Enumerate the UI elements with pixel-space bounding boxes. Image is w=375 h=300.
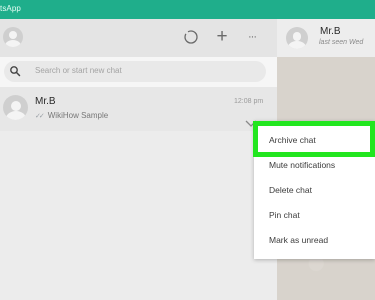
search-row: Search or start new chat xyxy=(0,57,277,87)
profile-avatar[interactable] xyxy=(3,27,23,47)
search-input[interactable]: Search or start new chat xyxy=(4,61,266,82)
status-icon[interactable] xyxy=(182,28,200,46)
new-chat-icon[interactable]: + xyxy=(213,27,231,46)
app-title: tsApp xyxy=(0,4,21,13)
double-check-icon: ✓✓ xyxy=(35,112,45,120)
chat-preview: ✓✓ WikiHow Sample xyxy=(35,111,108,120)
contact-name: Mr.B xyxy=(320,26,341,37)
contact-avatar xyxy=(3,95,28,120)
pin-chat-menu-item[interactable]: Pin chat xyxy=(254,203,375,228)
highlight-box xyxy=(253,121,375,157)
conversation-header[interactable]: Mr.B last seen Wed xyxy=(277,19,375,57)
search-icon xyxy=(10,66,21,77)
chat-list-item[interactable]: Mr.B 12:08 pm ✓✓ WikiHow Sample xyxy=(0,87,277,131)
mark-as-unread-menu-item[interactable]: Mark as unread xyxy=(254,228,375,253)
search-placeholder: Search or start new chat xyxy=(35,66,122,75)
chat-preview-text: WikiHow Sample xyxy=(47,111,109,120)
chat-time: 12:08 pm xyxy=(234,98,264,105)
title-bar: tsApp xyxy=(0,0,375,19)
chat-list-header: + ··· xyxy=(0,19,277,57)
menu-icon[interactable]: ··· xyxy=(243,28,261,46)
chat-list-pane: + ··· Search or start new chat Mr.B 12:0… xyxy=(0,19,277,300)
contact-last-seen: last seen Wed xyxy=(319,39,364,46)
chat-name: Mr.B xyxy=(35,96,56,107)
delete-chat-menu-item[interactable]: Delete chat xyxy=(254,178,375,203)
contact-header-avatar[interactable] xyxy=(286,27,308,49)
